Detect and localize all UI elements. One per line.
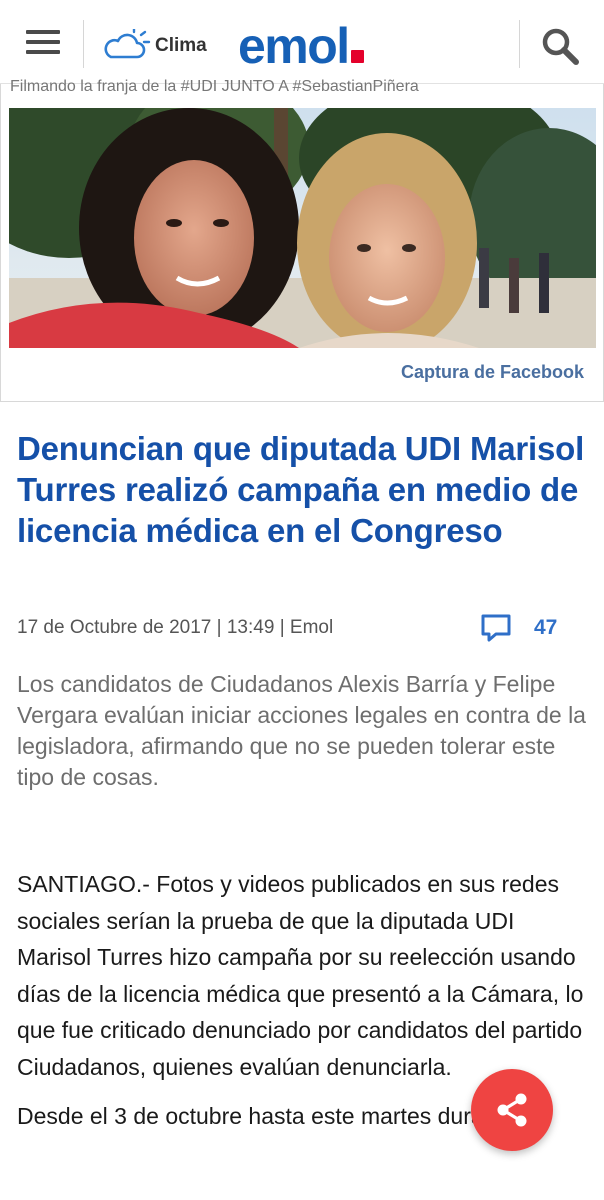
image-top-caption-text: Filmando la franja de la #UDI JUNTO A #S… bbox=[10, 78, 419, 95]
weather-link[interactable]: Clima bbox=[101, 28, 207, 64]
article-meta: 17 de Octubre de 2017 | 13:49 | Emol bbox=[17, 617, 334, 638]
logo-text: emol bbox=[238, 18, 350, 74]
article-paragraph: SANTIAGO.- Fotos y videos publicados en … bbox=[17, 871, 584, 1080]
logo-red-dot bbox=[350, 50, 364, 63]
cloud-sun-icon bbox=[104, 29, 151, 59]
comments-button[interactable]: 47 bbox=[480, 612, 557, 644]
header-divider bbox=[83, 20, 84, 68]
image-top-caption: Filmando la franja de la #UDI JUNTO A #S… bbox=[0, 78, 604, 106]
site-header: Clima emol bbox=[0, 0, 604, 84]
hamburger-menu-icon[interactable] bbox=[26, 30, 60, 58]
weather-label: Clima bbox=[155, 35, 207, 56]
article-photo[interactable] bbox=[9, 108, 596, 348]
share-button[interactable] bbox=[471, 1069, 553, 1151]
header-divider-right bbox=[519, 20, 520, 68]
speech-bubble-icon bbox=[481, 614, 511, 642]
comment-count: 47 bbox=[534, 616, 558, 639]
photo-credit: Captura de Facebook bbox=[400, 362, 584, 382]
article-headline: Denuncian que diputada UDI Marisol Turre… bbox=[17, 430, 585, 549]
share-icon bbox=[497, 1093, 527, 1127]
emol-logo[interactable]: emol bbox=[238, 18, 364, 74]
magnifier-icon[interactable] bbox=[540, 26, 580, 66]
article-summary: Los candidatos de Ciudadanos Alexis Barr… bbox=[17, 671, 586, 790]
